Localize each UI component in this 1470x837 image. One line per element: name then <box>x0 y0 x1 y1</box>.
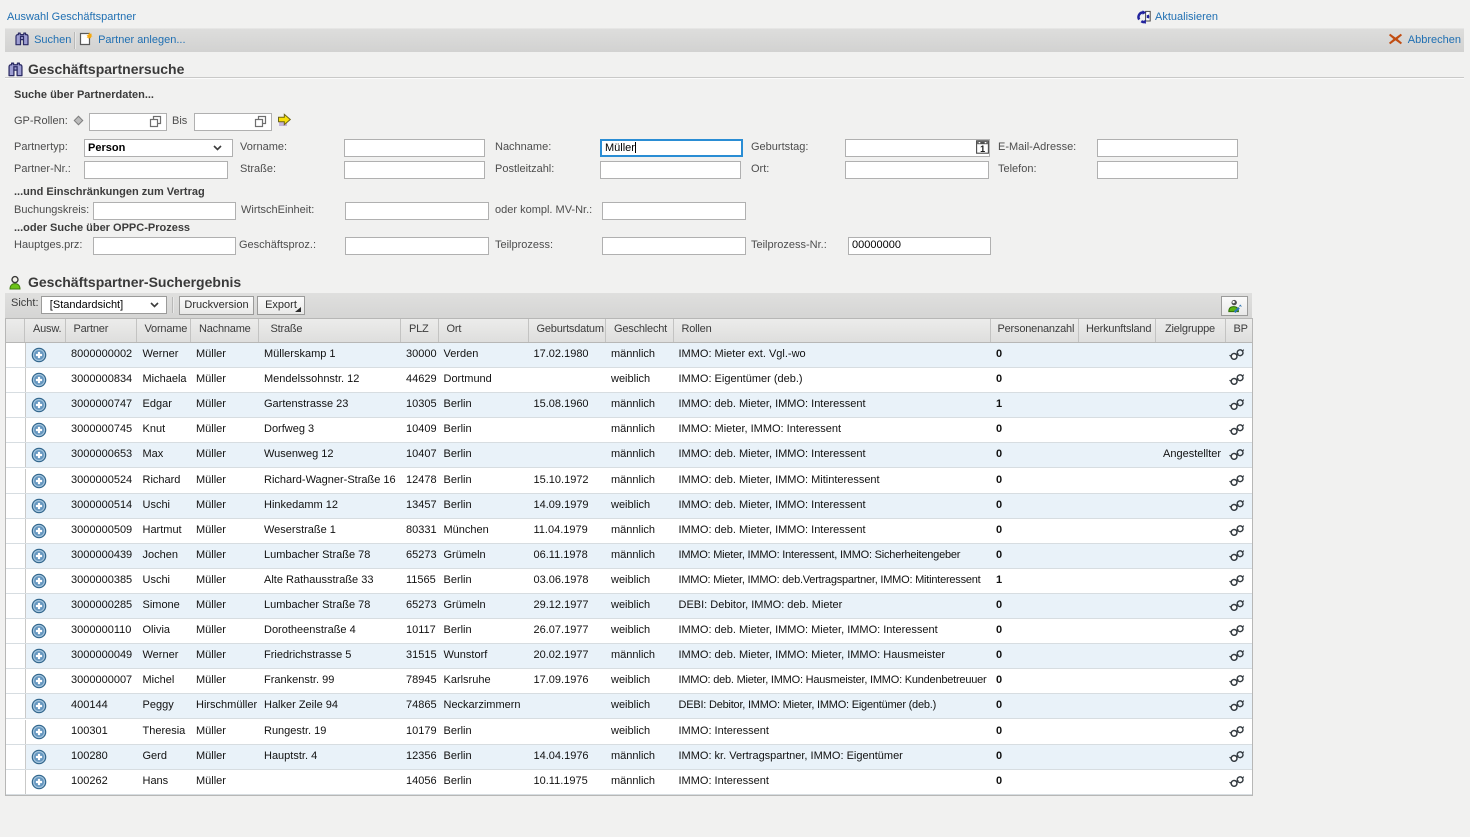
svg-text:1: 1 <box>980 144 985 154</box>
